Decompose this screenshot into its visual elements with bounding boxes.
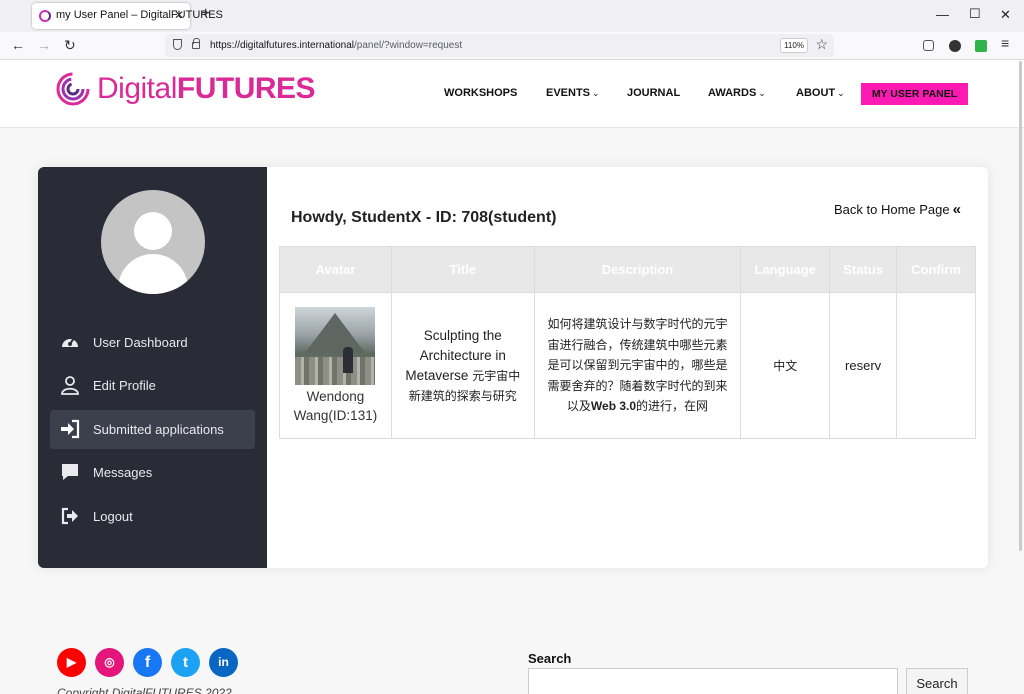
site-header: DigitalFUTURES WORKSHOPS EVENTS ⌄ JOURNAL… <box>0 61 1024 128</box>
extension-icon[interactable] <box>949 40 961 52</box>
browser-nav-bar: ← → ↻ https://digitalfutures.internation… <box>0 32 1024 60</box>
forward-arrow-icon[interactable]: → <box>37 37 51 53</box>
nav-workshops[interactable]: WORKSHOPS <box>444 87 517 99</box>
browser-tab[interactable]: my User Panel – DigitalFUTURES ✕ <box>32 3 223 29</box>
search-label: Search <box>528 651 572 666</box>
chevron-down-icon: ⌄ <box>592 88 600 98</box>
menu-icon[interactable]: ≡ <box>1001 35 1009 51</box>
close-window-icon[interactable]: ✕ <box>1000 7 1011 23</box>
chevron-down-icon: ⌄ <box>837 88 845 98</box>
sidebar-item-label: Edit Profile <box>93 378 156 393</box>
extension-green-icon[interactable] <box>975 40 987 52</box>
nav-awards[interactable]: AWARDS ⌄ <box>708 87 766 99</box>
my-user-panel-button[interactable]: MY USER PANEL <box>861 83 968 105</box>
column-header: Confirm <box>896 246 976 293</box>
nav-journal[interactable]: JOURNAL <box>627 87 680 99</box>
double-chevron-left-icon: « <box>952 201 961 218</box>
title-cell: Sculpting the Architecture in Metaverse … <box>390 292 535 439</box>
main-content: Howdy, StudentX - ID: 708(student) Back … <box>267 167 988 568</box>
table-row: Wendong Wang(ID:131) Sculpting the Archi… <box>279 292 976 439</box>
message-icon <box>62 464 78 480</box>
youtube-icon[interactable]: ▶ <box>57 648 86 677</box>
nav-about[interactable]: ABOUT ⌄ <box>796 87 845 99</box>
status-cell: reserv <box>829 292 898 439</box>
logout-icon <box>61 507 78 525</box>
sidebar-item-dashboard[interactable]: User Dashboard <box>50 323 255 362</box>
project-thumbnail[interactable] <box>295 306 376 385</box>
address-bar[interactable]: https://digitalfutures.international/pan… <box>165 34 834 57</box>
back-arrow-icon[interactable]: ← <box>11 37 25 53</box>
confirm-cell[interactable] <box>896 292 976 439</box>
site-favicon-icon <box>39 10 51 22</box>
column-header: Avatar <box>279 246 392 293</box>
applications-table: Avatar Title Description Language Status… <box>279 246 976 439</box>
reload-icon[interactable]: ↻ <box>64 37 76 54</box>
tracking-shield-icon[interactable] <box>173 39 182 50</box>
user-panel-card: User Dashboard Edit Profile Submitted ap… <box>38 167 988 568</box>
url-text: https://digitalfutures.international/pan… <box>210 40 463 51</box>
avatar <box>101 190 205 294</box>
new-tab-icon[interactable]: + <box>201 5 210 23</box>
lock-icon[interactable] <box>192 38 200 49</box>
avatar-cell: Wendong Wang(ID:131) <box>279 292 392 439</box>
nav-events[interactable]: EVENTS ⌄ <box>546 87 600 99</box>
sidebar-item-edit-profile[interactable]: Edit Profile <box>50 366 255 405</box>
greeting-heading: Howdy, StudentX - ID: 708(student) <box>291 209 557 226</box>
minimize-icon[interactable]: — <box>936 7 949 22</box>
copyright-text: Copyright DigitalFUTURES 2022 <box>57 686 232 694</box>
sign-in-icon <box>61 419 80 439</box>
back-to-home-link[interactable]: Back to Home Page « <box>834 201 961 218</box>
sidebar: User Dashboard Edit Profile Submitted ap… <box>38 167 267 568</box>
table-header-row: Avatar Title Description Language Status… <box>279 246 976 293</box>
column-header: Description <box>533 246 742 293</box>
browser-tab-bar: my User Panel – DigitalFUTURES ✕ + — ☐ ✕ <box>0 0 1024 32</box>
author-name: Wendong Wang(ID:131) <box>293 388 378 423</box>
page-scrollbar[interactable] <box>1019 61 1022 551</box>
twitter-icon[interactable]: t <box>171 648 200 677</box>
logo-swirl-icon <box>56 72 90 106</box>
close-tab-icon[interactable]: ✕ <box>174 8 184 22</box>
sidebar-item-messages[interactable]: Messages <box>50 453 255 492</box>
sidebar-item-submitted-applications[interactable]: Submitted applications <box>50 410 255 449</box>
linkedin-icon[interactable]: in <box>209 648 238 677</box>
zoom-level[interactable]: 110% <box>780 38 808 53</box>
sidebar-item-logout[interactable]: Logout <box>50 497 255 536</box>
chevron-down-icon: ⌄ <box>758 88 766 98</box>
sidebar-item-label: Logout <box>93 509 133 524</box>
bookmark-star-icon[interactable]: ☆ <box>815 36 828 53</box>
search-input[interactable] <box>528 668 898 694</box>
pocket-icon[interactable] <box>923 40 934 51</box>
user-icon <box>61 376 79 395</box>
logo-text: DigitalFUTURES <box>97 72 316 105</box>
sidebar-item-label: Submitted applications <box>93 422 224 437</box>
description-cell: 如何将建筑设计与数字时代的元宇宙进行融合，传统建筑中哪些元素是可以保留到元宇宙中… <box>533 292 742 439</box>
search-button[interactable]: Search <box>906 668 968 694</box>
column-header: Language <box>740 246 831 293</box>
sidebar-item-label: User Dashboard <box>93 335 188 350</box>
maximize-icon[interactable]: ☐ <box>969 6 981 22</box>
column-header: Title <box>390 246 535 293</box>
tab-title: my User Panel – DigitalFUTURES <box>56 9 223 21</box>
dashboard-icon <box>62 337 78 347</box>
language-cell: 中文 <box>740 292 831 439</box>
sidebar-item-label: Messages <box>93 465 153 480</box>
instagram-icon[interactable]: ◎ <box>95 648 124 677</box>
column-header: Status <box>829 246 898 293</box>
facebook-icon[interactable]: f <box>133 648 162 677</box>
